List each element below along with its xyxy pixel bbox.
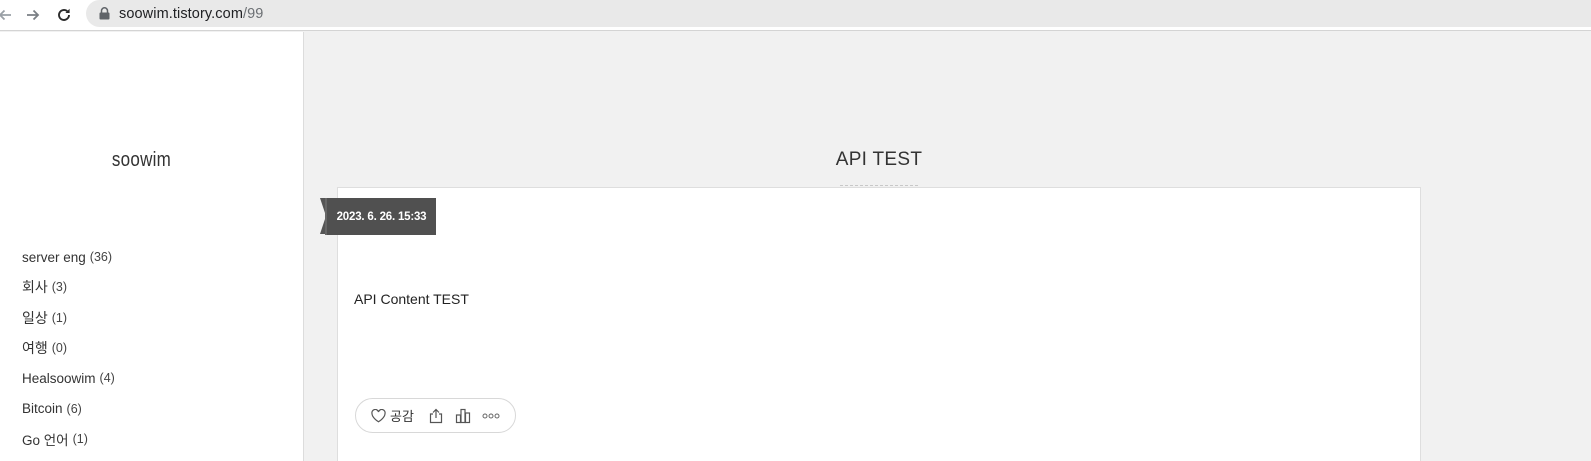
url-text: soowim.tistory.com/99 [119,6,263,22]
date-ribbon: 2023. 6. 26. 15:33 [320,198,436,235]
stats-button[interactable] [455,408,471,424]
category-item-go-lang[interactable]: Go 언어 (1) [22,424,115,454]
more-button[interactable] [482,412,500,420]
bar-chart-icon [455,408,471,423]
category-count: (0) [51,341,68,356]
like-label: 공감 [390,410,414,425]
sidebar: soowim server eng (36) 회사 (3) 일상 (1) 여행 … [0,32,304,461]
heart-icon [371,408,386,423]
post-title[interactable]: API TEST [820,149,938,171]
category-label: Go 언어 [22,432,69,448]
category-label: Bitcoin [22,401,63,417]
post-date: 2023. 6. 26. 15:33 [325,198,436,235]
arrow-left-icon [0,9,11,21]
post-content: API Content TEST [354,291,469,307]
category-count: (3) [51,280,68,295]
category-count: (36) [89,250,113,265]
category-count: (1) [51,310,68,325]
url-host: soowim.tistory.com [119,5,243,22]
like-button[interactable]: 공감 [371,406,414,425]
more-dots-icon [482,413,500,418]
arrow-right-icon [27,9,40,21]
category-item-bitcoin[interactable]: Bitcoin (6) [22,393,115,423]
back-button[interactable] [0,4,16,26]
category-label: 여행 [22,340,48,357]
category-label: server eng [22,249,86,265]
reaction-bar: 공감 [355,398,516,433]
reload-button[interactable] [53,4,75,26]
category-item-server-eng[interactable]: server eng (36) [22,242,115,272]
address-bar[interactable]: soowim.tistory.com/99 [86,0,1591,27]
category-count: (1) [72,431,88,446]
share-icon [429,408,443,423]
category-item-company[interactable]: 회사 (3) [22,272,115,302]
category-count: (4) [99,371,115,386]
category-item-daily[interactable]: 일상 (1) [22,303,115,333]
blog-title[interactable]: soowim [21,149,262,172]
forward-button[interactable] [22,4,44,26]
title-divider [840,185,918,186]
reload-icon [58,8,70,21]
url-path: /99 [243,5,264,22]
share-button[interactable] [428,408,444,424]
category-item-healsoowim[interactable]: Healsoowim (4) [22,363,115,393]
category-label: 일상 [22,309,48,326]
category-count: (6) [66,401,82,416]
browser-toolbar: soowim.tistory.com/99 [0,0,1591,31]
category-list: server eng (36) 회사 (3) 일상 (1) 여행 (0) Hea… [22,242,115,454]
category-label: Healsoowim [22,370,96,386]
category-label: 회사 [22,279,48,296]
lock-icon[interactable] [97,7,111,21]
category-item-travel[interactable]: 여행 (0) [22,333,115,363]
